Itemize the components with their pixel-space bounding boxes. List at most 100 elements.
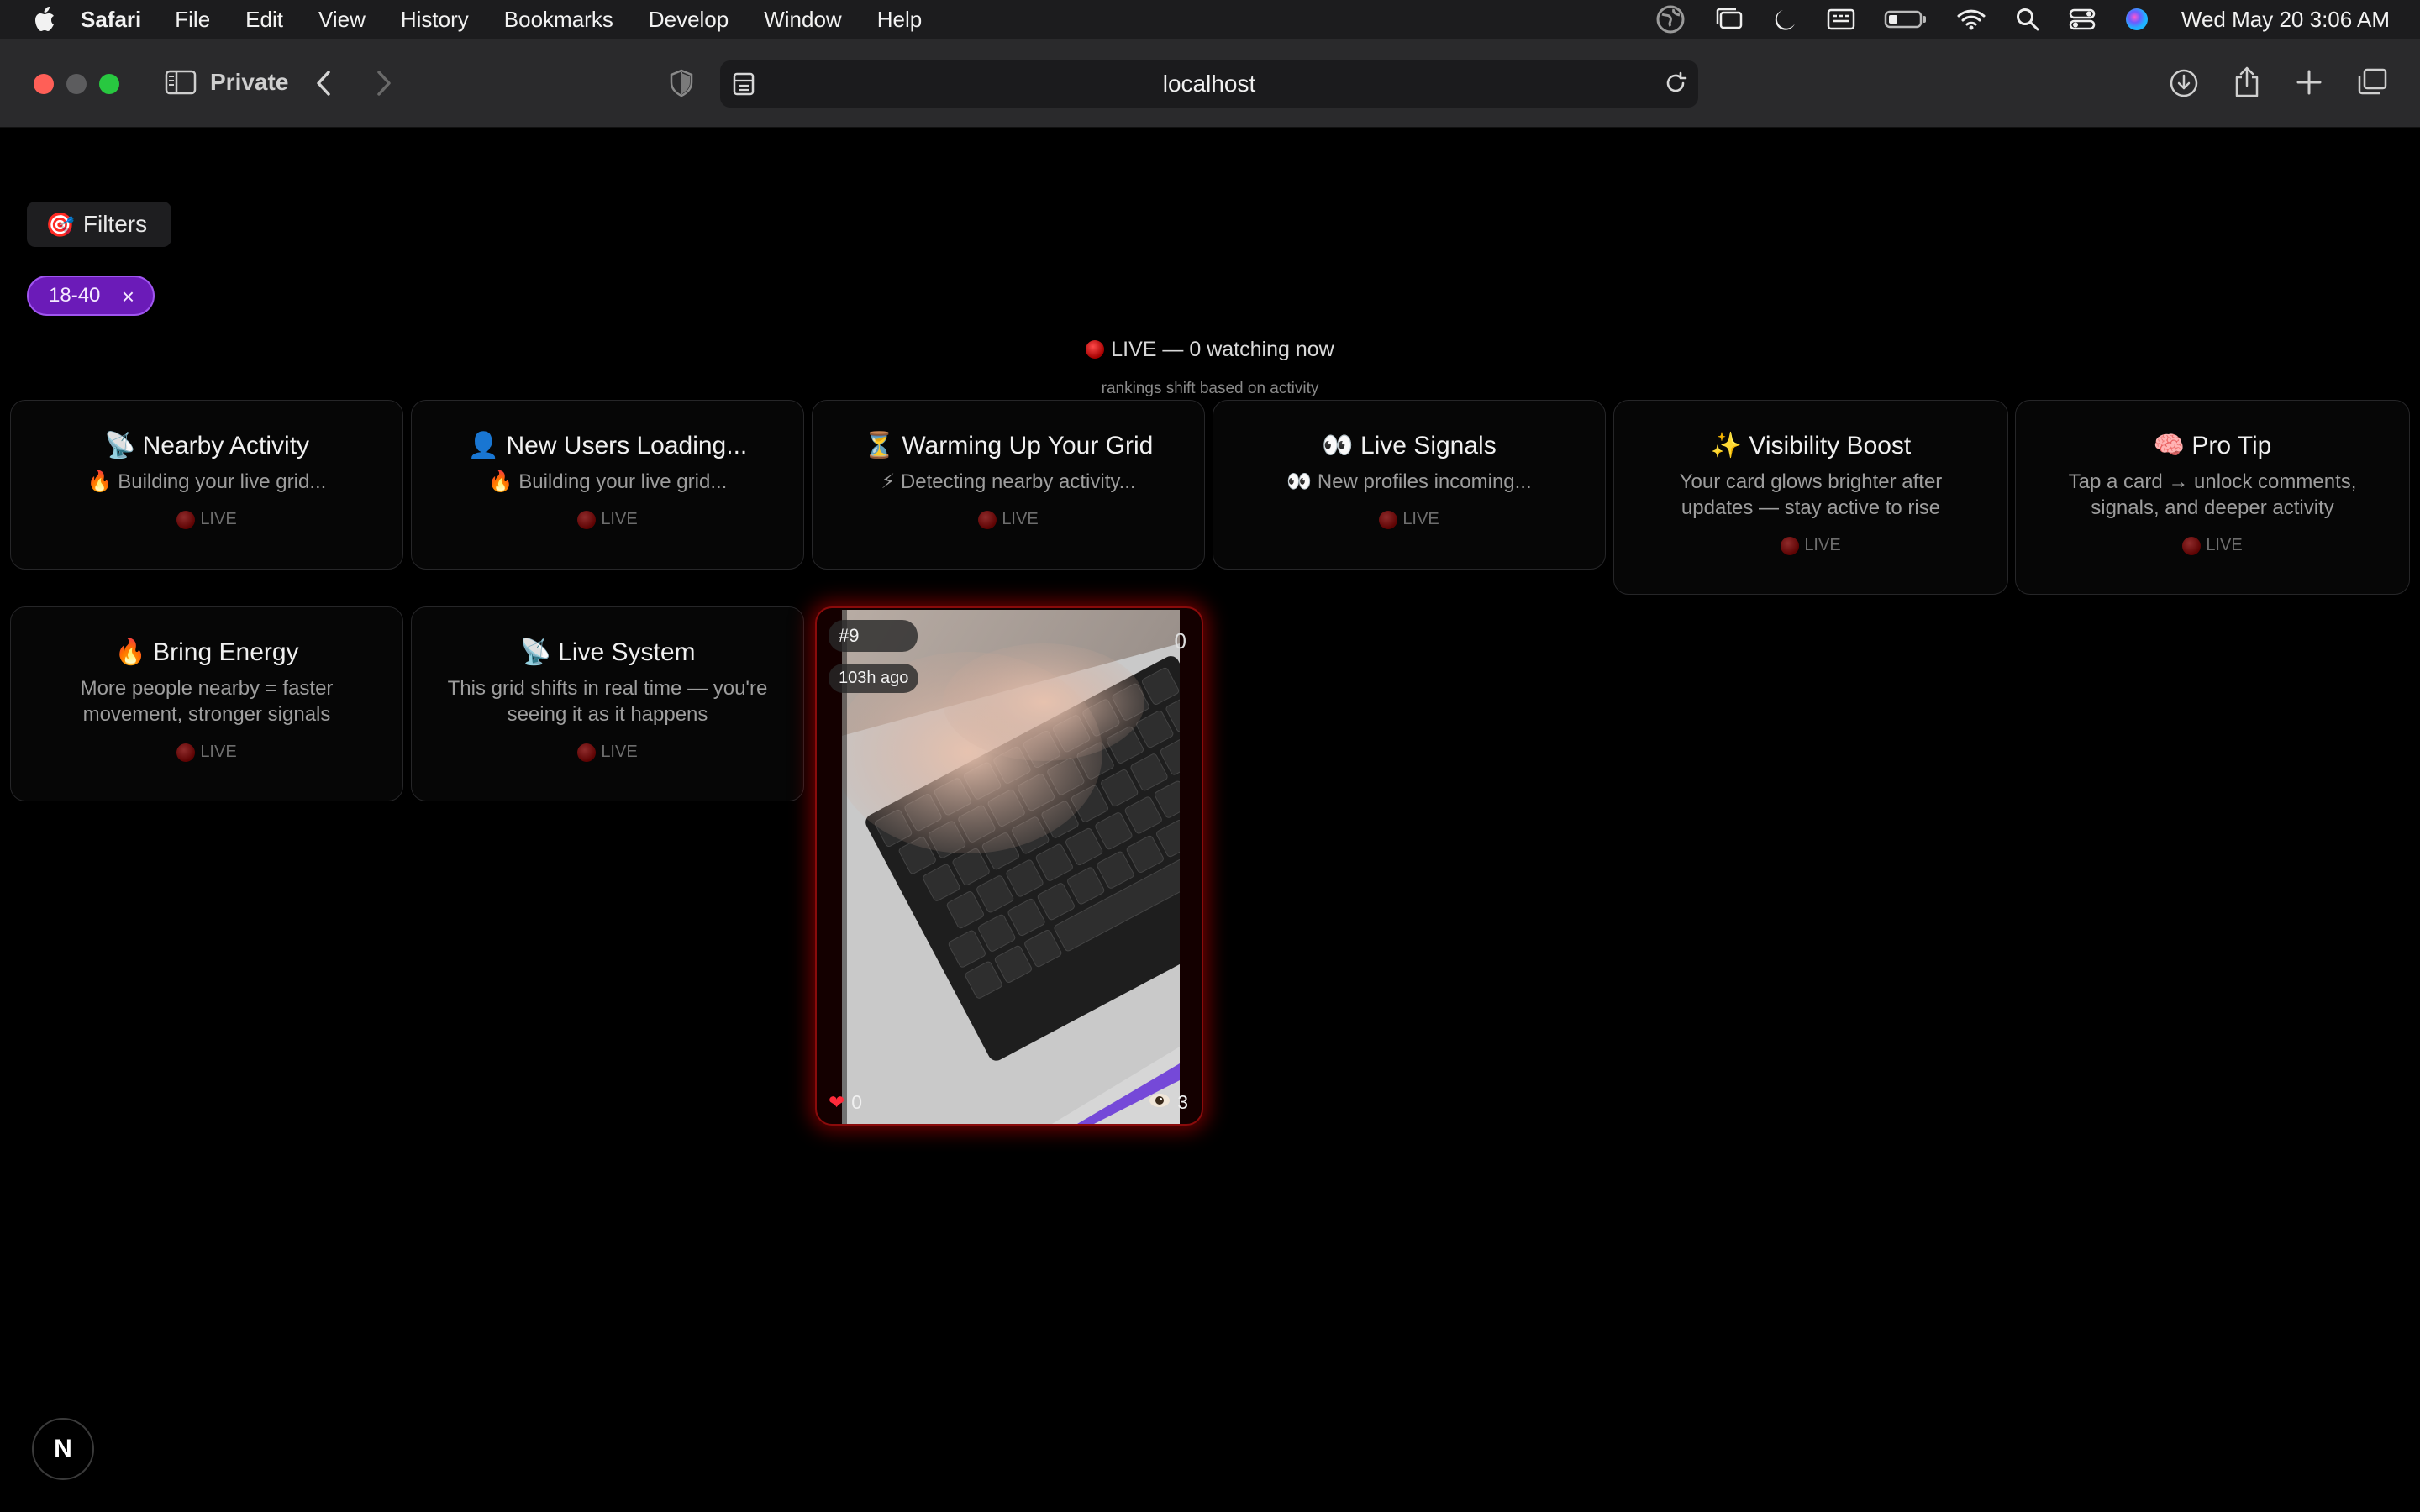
nextjs-dev-indicator-button[interactable]: N [32, 1418, 94, 1480]
live-badge-label: LIVE [1002, 510, 1039, 528]
live-red-dot-icon [1086, 340, 1105, 359]
live-badge: LIVE [1213, 510, 1605, 529]
target-icon: 🎯 [45, 211, 75, 238]
window-zoom-button[interactable] [99, 74, 119, 94]
card-title: 🔥 Bring Energy [114, 638, 299, 666]
wifi-icon[interactable] [1956, 8, 1986, 31]
card-description: 🔥 Building your live grid... [87, 470, 327, 493]
menubar-clock[interactable]: Wed May 20 3:06 AM [2181, 7, 2390, 33]
card-new-users-loading[interactable]: 👤 New Users Loading... 🔥 Building your l… [411, 400, 804, 570]
live-dot-icon [176, 743, 196, 762]
card-live-system[interactable]: 📡 Live System This grid shifts in real t… [411, 606, 804, 801]
moon-icon[interactable] [1773, 7, 1798, 32]
live-dot-icon [2182, 536, 2202, 555]
card-pro-tip[interactable]: 🧠 Pro Tip Tap a card → unlock comments, … [2015, 400, 2410, 595]
card-description: 🔥 Building your live grid... [487, 470, 728, 493]
live-badge: LIVE [412, 743, 803, 762]
tab-overview-icon[interactable] [2356, 67, 2388, 97]
live-badge: LIVE [11, 743, 402, 762]
url-text[interactable]: localhost [720, 71, 1698, 97]
live-badge-label: LIVE [601, 743, 638, 761]
siri-icon[interactable] [2124, 7, 2149, 32]
card-description: More people nearby = faster movement, st… [80, 677, 334, 726]
new-tab-plus-icon[interactable] [2294, 67, 2324, 97]
downloads-icon[interactable] [2168, 67, 2200, 99]
card-title: ⏳ Warming Up Your Grid [863, 432, 1154, 459]
window-close-button[interactable] [34, 74, 54, 94]
live-dot-icon [978, 510, 997, 529]
privacy-shield-icon[interactable] [669, 69, 694, 97]
live-badge-label: LIVE [1402, 510, 1439, 528]
views-counter: 3 [1149, 1091, 1188, 1114]
card-description: 👀 New profiles incoming... [1286, 470, 1532, 493]
keyboard-icon[interactable] [1827, 8, 1855, 31]
card-title: 📡 Live System [519, 638, 696, 666]
eye-icon [1149, 1091, 1171, 1114]
menu-view[interactable]: View [318, 7, 366, 33]
likes-count: 0 [851, 1091, 863, 1113]
live-badge-label: LIVE [200, 510, 237, 528]
menu-history[interactable]: History [401, 7, 469, 33]
card-description: Tap a card → unlock comments, signals, a… [2068, 470, 2357, 519]
private-browsing-label: Private [210, 69, 289, 95]
card-bring-energy[interactable]: 🔥 Bring Energy More people nearby = fast… [10, 606, 403, 801]
back-arrow-icon[interactable] [314, 69, 333, 97]
card-title: 👤 New Users Loading... [467, 432, 748, 459]
live-status-text: LIVE — 0 watching now [1111, 338, 1334, 361]
live-status-header: LIVE — 0 watching now [0, 338, 2420, 362]
heart-icon: ❤ [829, 1091, 845, 1113]
live-badge: LIVE [2016, 536, 2409, 555]
live-dot-icon [577, 743, 597, 762]
live-badge: LIVE [1614, 536, 2007, 555]
forward-arrow-icon[interactable] [375, 69, 393, 97]
menu-help[interactable]: Help [877, 7, 922, 33]
live-badge-label: LIVE [200, 743, 237, 761]
profile-video-card[interactable]: #9 103h ago 0 ❤ 0 3 [815, 606, 1203, 1126]
reload-icon[interactable] [1663, 71, 1688, 96]
live-dot-icon [1781, 536, 1800, 555]
filters-button-label: Filters [82, 211, 148, 237]
age-range-label: 18-40 [49, 284, 101, 307]
rankings-subtitle: rankings shift based on activity [1101, 380, 1319, 397]
card-description: Your card glows brighter after updates —… [1679, 470, 1943, 519]
menu-window[interactable]: Window [764, 7, 841, 33]
battery-icon[interactable] [1884, 9, 1928, 29]
stage-manager-icon[interactable] [1714, 6, 1744, 33]
age-range-chip[interactable]: 18-40 × [27, 276, 155, 316]
card-live-signals[interactable]: 👀 Live Signals 👀 New profiles incoming..… [1213, 400, 1606, 570]
menu-develop[interactable]: Develop [649, 7, 729, 33]
card-description: ⚡ Detecting nearby activity... [881, 470, 1136, 493]
views-count: 3 [1177, 1091, 1188, 1113]
menu-file[interactable]: File [175, 7, 210, 33]
live-dot-icon [1379, 510, 1398, 529]
likes-counter[interactable]: ❤ 0 [829, 1091, 862, 1114]
rank-badge: #9 [829, 620, 918, 652]
card-warming-up-grid[interactable]: ⏳ Warming Up Your Grid ⚡ Detecting nearb… [812, 400, 1205, 570]
card-title: ✨ Visibility Boost [1710, 432, 1912, 459]
filters-button[interactable]: 🎯 Filters [27, 202, 171, 247]
sidebar-toggle-icon[interactable] [165, 69, 197, 96]
card-nearby-activity[interactable]: 📡 Nearby Activity 🔥 Building your live g… [10, 400, 403, 570]
menu-safari[interactable]: Safari [81, 7, 141, 33]
menu-edit[interactable]: Edit [245, 7, 283, 33]
menu-bar: Safari File Edit View History Bookmarks … [0, 0, 2420, 39]
share-icon[interactable] [2233, 66, 2261, 99]
live-badge-label: LIVE [601, 510, 638, 528]
remove-chip-close-icon[interactable]: × [122, 284, 134, 310]
apple-menu-icon[interactable] [32, 5, 57, 34]
live-badge: LIVE [412, 510, 803, 529]
spotlight-search-icon[interactable] [2015, 7, 2040, 32]
card-title: 🧠 Pro Tip [2153, 432, 2272, 459]
card-description: This grid shifts in real time — you're s… [447, 677, 768, 726]
card-title: 📡 Nearby Activity [103, 432, 310, 459]
control-center-icon[interactable] [2069, 8, 2096, 31]
corner-count: 0 [1174, 628, 1186, 654]
globe-icon[interactable] [1655, 4, 1686, 34]
card-visibility-boost[interactable]: ✨ Visibility Boost Your card glows brigh… [1613, 400, 2008, 595]
post-age-badge: 103h ago [829, 664, 919, 693]
live-dot-icon [176, 510, 196, 529]
menu-bookmarks[interactable]: Bookmarks [504, 7, 613, 33]
live-dot-icon [577, 510, 597, 529]
window-minimize-button[interactable] [66, 74, 87, 94]
address-bar[interactable]: localhost [720, 60, 1698, 108]
